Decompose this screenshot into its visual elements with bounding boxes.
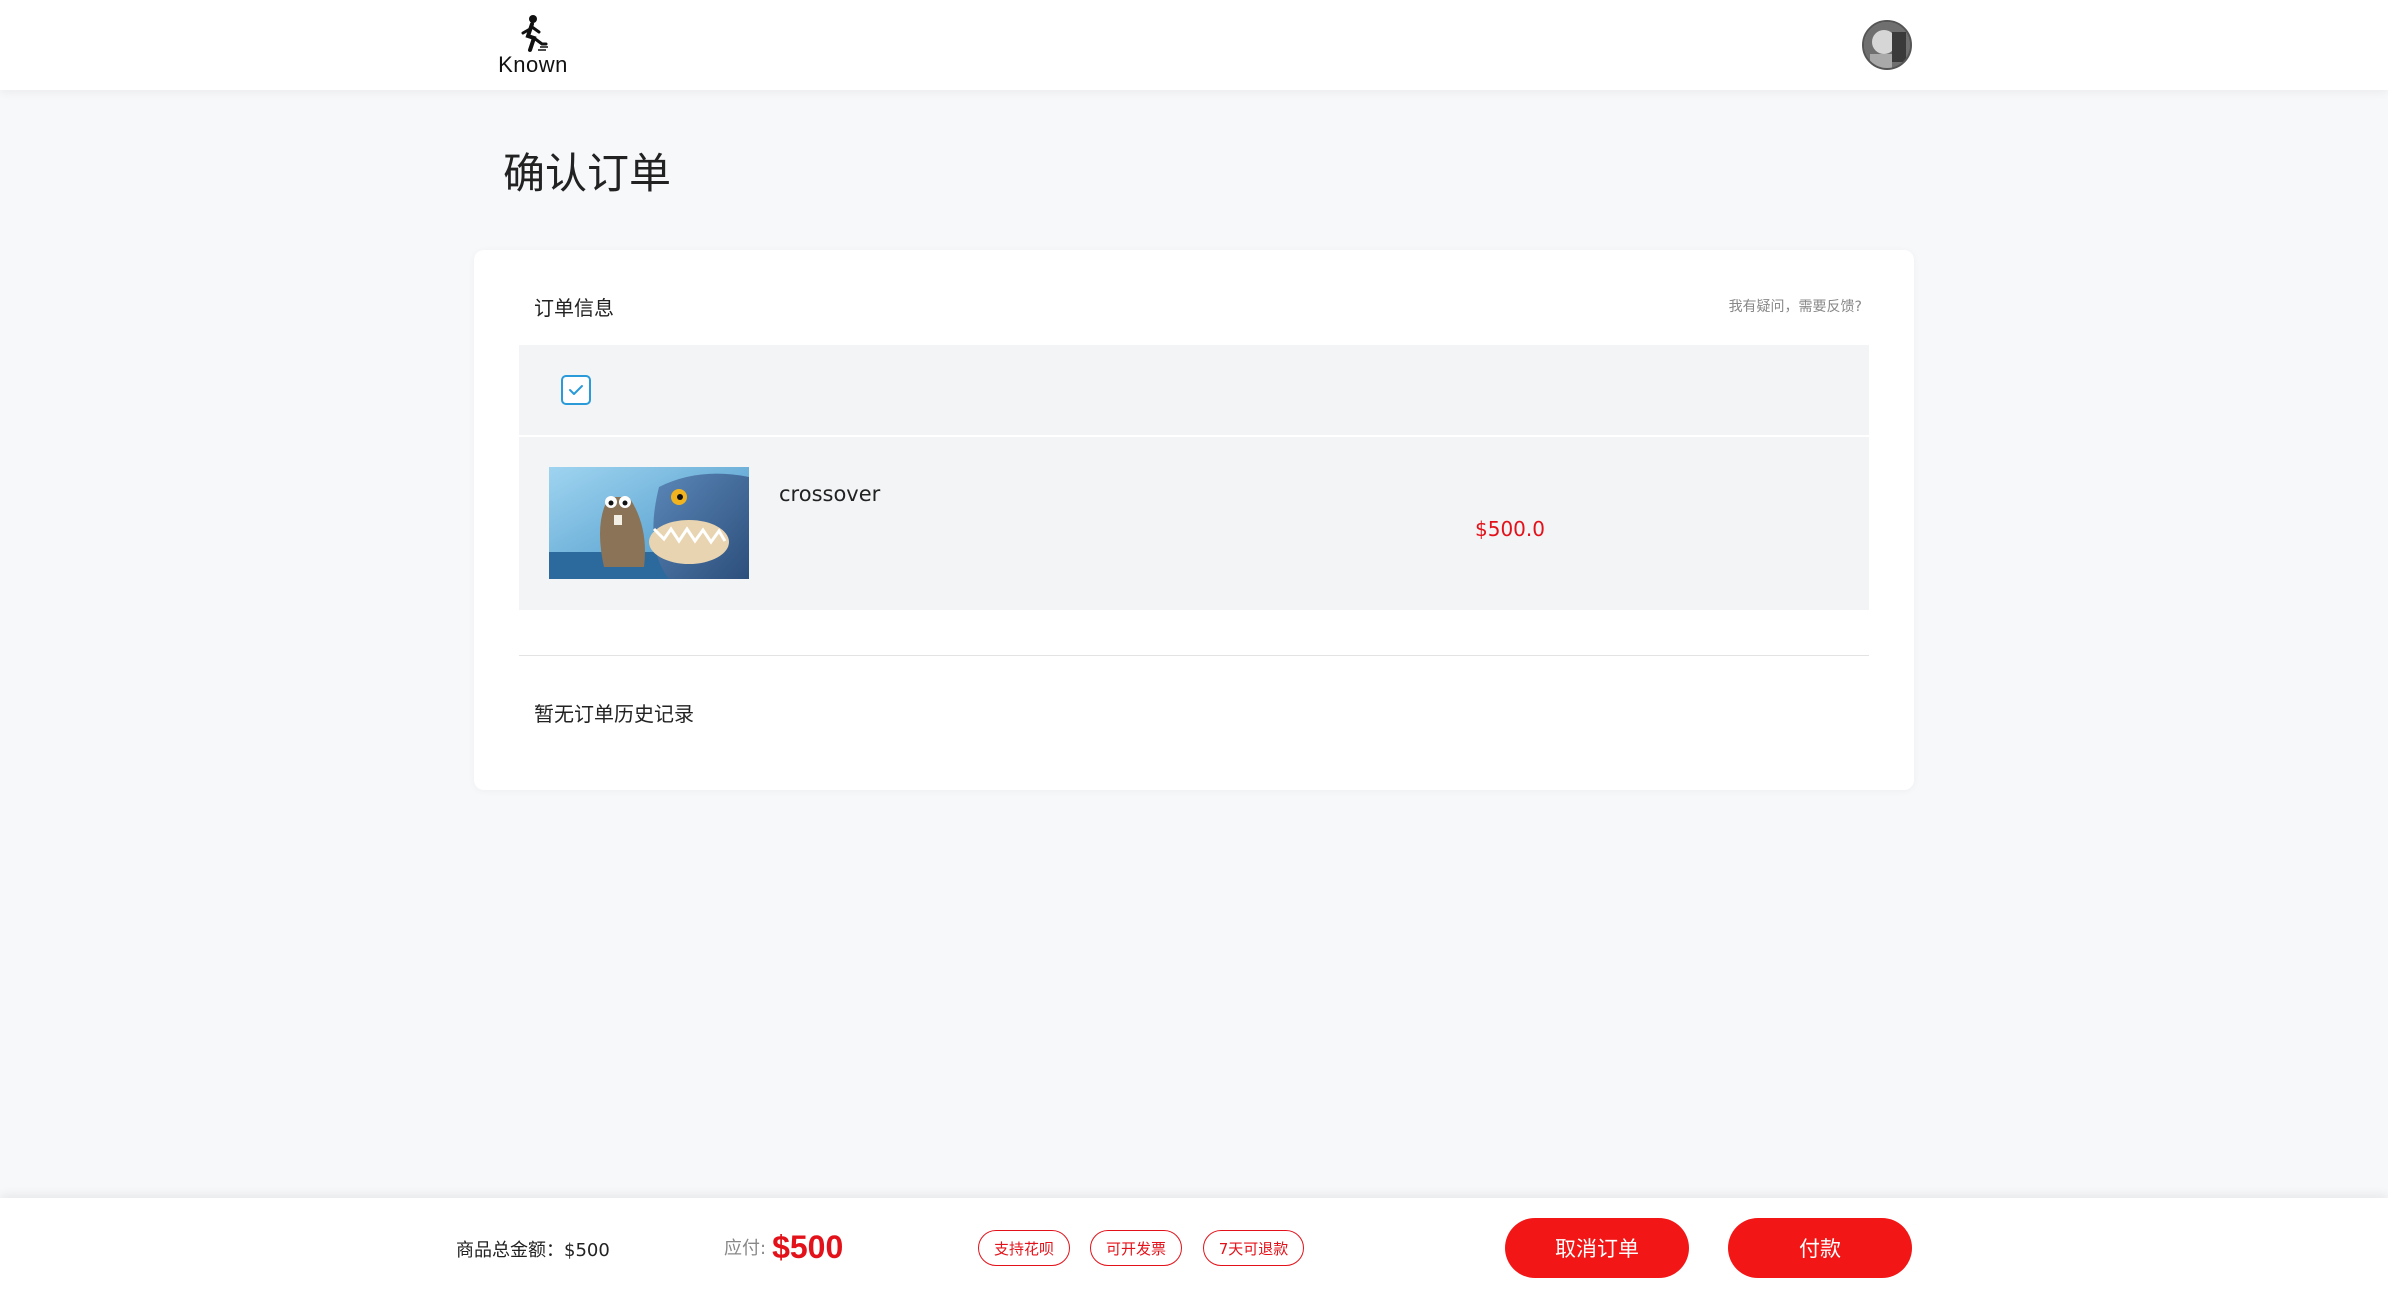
checkout-bar: 商品总金额：$500 应付: $500 支持花呗 可开发票 7天可退款 取消订单… bbox=[0, 1198, 2388, 1298]
select-all-checkbox[interactable] bbox=[561, 375, 591, 405]
product-image bbox=[549, 467, 749, 579]
goods-total: 商品总金额：$500 bbox=[456, 1240, 610, 1261]
section-divider bbox=[519, 655, 1869, 656]
checkmark-icon bbox=[569, 385, 583, 395]
feedback-link[interactable]: 我有疑问，需要反馈? bbox=[1729, 296, 1862, 316]
order-info-title: 订单信息 bbox=[534, 296, 614, 320]
payable-amount-group: 应付: $500 bbox=[724, 1222, 843, 1272]
runner-icon bbox=[521, 15, 548, 52]
payable-label: 应付: bbox=[724, 1238, 767, 1259]
order-item-row: crossover $500.0 bbox=[519, 437, 1869, 610]
select-all-row bbox=[519, 345, 1869, 435]
brand-logo[interactable]: Known bbox=[493, 14, 573, 80]
avatar[interactable] bbox=[1862, 20, 1912, 70]
product-price: $500.0 bbox=[1475, 517, 1545, 541]
cancel-order-button[interactable]: 取消订单 bbox=[1505, 1218, 1689, 1278]
top-navbar: Known bbox=[0, 0, 2388, 90]
page-title: 确认订单 bbox=[503, 149, 672, 198]
product-thumbnail[interactable] bbox=[549, 467, 749, 579]
product-name[interactable]: crossover bbox=[779, 482, 880, 506]
order-info-card: 订单信息 我有疑问，需要反馈? crossover $500.0 暂无订单历史记… bbox=[474, 250, 1914, 790]
avatar-image bbox=[1864, 22, 1910, 68]
tag-invoice: 可开发票 bbox=[1090, 1230, 1182, 1266]
brand-name: Known bbox=[498, 52, 568, 77]
order-history-empty: 暂无订单历史记录 bbox=[534, 702, 694, 726]
tag-huabei: 支持花呗 bbox=[978, 1230, 1070, 1266]
tag-refund: 7天可退款 bbox=[1203, 1230, 1304, 1266]
pay-button[interactable]: 付款 bbox=[1728, 1218, 1912, 1278]
payable-amount: $500 bbox=[772, 1228, 844, 1265]
